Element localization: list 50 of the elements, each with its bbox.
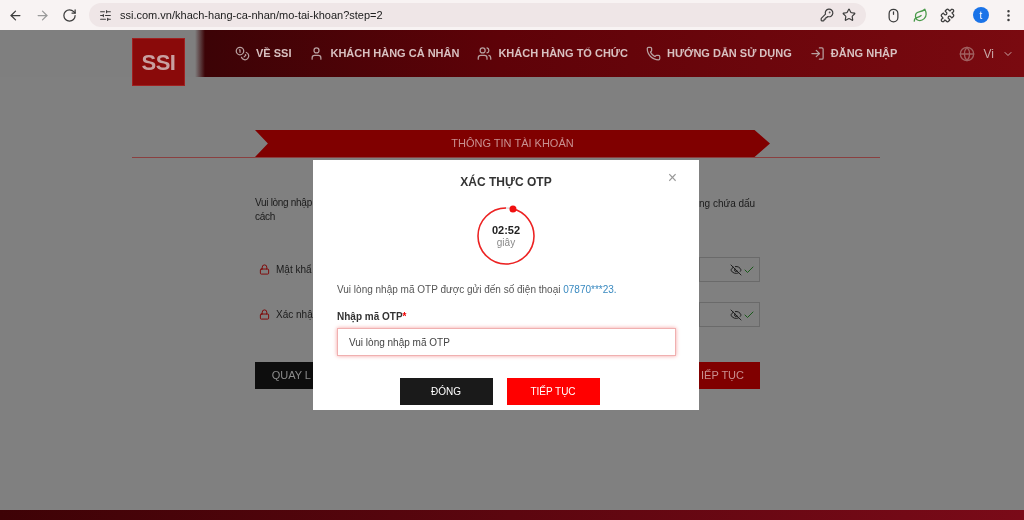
lock-icon [259, 264, 270, 275]
timer-value: 02:52 [491, 223, 521, 237]
nav-link[interactable]: KHÁCH HÀNG TỔ CHỨC [477, 45, 628, 62]
phone-link[interactable]: 07870***23. [563, 284, 617, 295]
instruction-text: Vui lòng nhập [255, 196, 313, 210]
password-field[interactable] [699, 302, 760, 327]
otp-label: Nhập mã OTP* [337, 310, 408, 324]
next-button[interactable]: IẾP TỤC [699, 362, 760, 389]
star-icon[interactable] [842, 8, 856, 22]
field-label: Mật khẩ [276, 263, 312, 277]
close-dialog-button[interactable]: ĐÓNG [399, 378, 493, 405]
nav-link[interactable]: ĐĂNG NHẬP [809, 45, 898, 62]
address-bar[interactable]: ssi.com.vn/khach-hang-ca-nhan/mo-tai-khoan?step=2 [89, 3, 866, 27]
otp-input[interactable]: Vui lòng nhập mã OTP [337, 328, 676, 356]
profile-avatar[interactable]: t [973, 7, 989, 23]
logo-text: SSI [141, 48, 176, 77]
password-field[interactable] [699, 257, 760, 282]
lock-icon [259, 309, 270, 320]
timer-ring-icon [474, 204, 538, 268]
globe-icon [959, 45, 976, 62]
forward-icon[interactable] [35, 7, 50, 23]
key-icon[interactable] [820, 8, 834, 22]
coins-icon [235, 46, 250, 61]
nav-link[interactable]: VỀ SSI [235, 45, 292, 62]
timer-unit: giây [496, 236, 516, 249]
user-icon [309, 46, 325, 61]
phone-icon [645, 46, 661, 61]
eye-off-icon[interactable] [730, 308, 742, 321]
back-button[interactable]: QUAY L [255, 362, 313, 389]
instruction-text: ng chứa dấu [699, 197, 756, 211]
field-label: Xác nhậ [276, 308, 313, 322]
language-selector[interactable]: Vi [983, 44, 994, 63]
eye-off-icon[interactable] [730, 263, 742, 276]
login-icon [809, 46, 825, 61]
continue-button[interactable]: TIẾP TỤC [506, 378, 600, 405]
mouse-icon[interactable] [886, 7, 901, 23]
puzzle-icon[interactable] [940, 7, 955, 23]
dialog-title: XÁC THỰC OTP [460, 173, 552, 191]
nav-link[interactable]: KHÁCH HÀNG CÁ NHÂN [309, 45, 460, 62]
nav-link[interactable]: HƯỚNG DẪN SỬ DỤNG [645, 45, 792, 62]
instruction-text: cách [255, 210, 276, 224]
leaf-icon[interactable] [913, 7, 928, 23]
otp-message: Vui lòng nhập mã OTP được gửi đến số điện thoại 07870***23. [337, 283, 618, 297]
site-settings-icon[interactable] [99, 8, 112, 22]
logo[interactable]: SSI [132, 38, 185, 86]
step-banner: THÔNG TIN TÀI KHOẢN [255, 130, 770, 157]
users-icon [477, 46, 493, 61]
url-text: ssi.com.vn/khach-hang-ca-nhan/mo-tai-khoan?step=2 [120, 7, 384, 23]
reload-icon[interactable] [62, 7, 77, 23]
back-icon[interactable] [8, 7, 23, 23]
